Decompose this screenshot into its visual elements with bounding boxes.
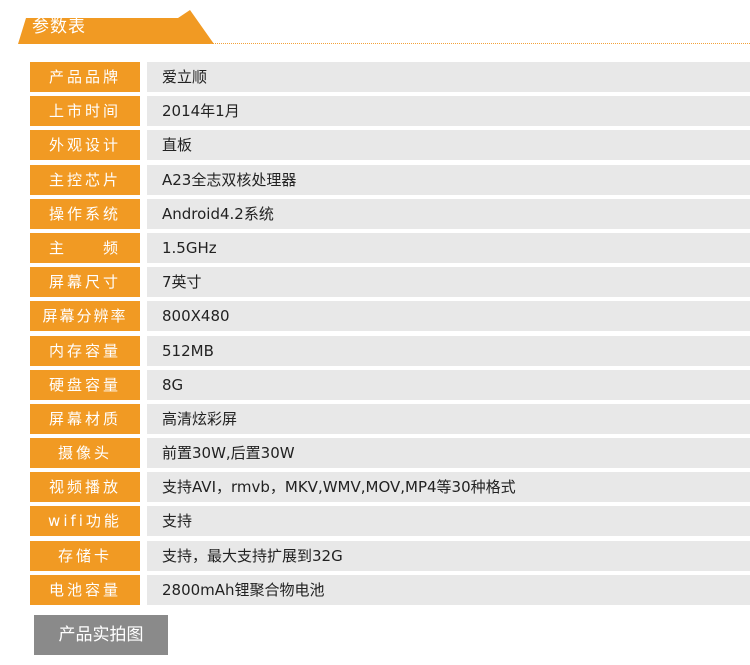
spec-value-release-date: 2014年1月 bbox=[147, 96, 750, 127]
section-header: 参数表 bbox=[0, 0, 750, 50]
spec-row: 摄像头 前置30W,后置30W bbox=[30, 438, 750, 469]
spec-row: 操作系统 Android4.2系统 bbox=[30, 198, 750, 229]
spec-label-chipset: 主控芯片 bbox=[30, 164, 140, 195]
spec-value-wifi: 支持 bbox=[147, 506, 750, 537]
spec-label-battery: 电池容量 bbox=[30, 574, 140, 605]
spec-value-design: 直板 bbox=[147, 130, 750, 161]
header-divider bbox=[210, 43, 750, 44]
spec-label-screen-material: 屏幕材质 bbox=[30, 403, 140, 434]
spec-value-battery: 2800mAh锂聚合物电池 bbox=[147, 574, 750, 605]
spec-row: 产品品牌 爱立顺 bbox=[30, 62, 750, 92]
spec-value-storage: 8G bbox=[147, 369, 750, 400]
spec-row: 主控芯片 A23全志双核处理器 bbox=[30, 164, 750, 195]
spec-row: 主 频 1.5GHz bbox=[30, 232, 750, 263]
spec-label-design: 外观设计 bbox=[30, 130, 140, 161]
spec-row: 硬盘容量 8G bbox=[30, 369, 750, 400]
spec-label-frequency: 主 频 bbox=[30, 232, 140, 263]
spec-label-video-playback: 视频播放 bbox=[30, 472, 140, 503]
spec-value-screen-material: 高清炫彩屏 bbox=[147, 403, 750, 434]
spec-label-release-date: 上市时间 bbox=[30, 96, 140, 127]
spec-row: 内存容量 512MB bbox=[30, 335, 750, 366]
spec-value-screen-size: 7英寸 bbox=[147, 267, 750, 298]
spec-row: 屏幕尺寸 7英寸 bbox=[30, 267, 750, 298]
spec-row: 屏幕分辨率 800X480 bbox=[30, 301, 750, 332]
spec-value-video-playback: 支持AVI，rmvb，MKV,WMV,MOV,MP4等30种格式 bbox=[147, 472, 750, 503]
spec-label-resolution: 屏幕分辨率 bbox=[30, 301, 140, 332]
spec-value-os: Android4.2系统 bbox=[147, 198, 750, 229]
spec-label-wifi: wifi功能 bbox=[30, 506, 140, 537]
spec-label-os: 操作系统 bbox=[30, 198, 140, 229]
spec-row: wifi功能 支持 bbox=[30, 506, 750, 537]
spec-label-memory: 内存容量 bbox=[30, 335, 140, 366]
spec-value-chipset: A23全志双核处理器 bbox=[147, 164, 750, 195]
spec-table: 产品品牌 爱立顺 上市时间 2014年1月 外观设计 直板 主控芯片 A23全志… bbox=[30, 62, 750, 609]
product-photos-button[interactable]: 产品实拍图 bbox=[34, 615, 168, 655]
spec-label-brand: 产品品牌 bbox=[30, 62, 140, 92]
spec-value-resolution: 800X480 bbox=[147, 301, 750, 332]
spec-value-memory-card: 支持，最大支持扩展到32G bbox=[147, 540, 750, 571]
spec-label-storage: 硬盘容量 bbox=[30, 369, 140, 400]
spec-label-memory-card: 存储卡 bbox=[30, 540, 140, 571]
spec-value-brand: 爱立顺 bbox=[147, 62, 750, 92]
spec-row: 视频播放 支持AVI，rmvb，MKV,WMV,MOV,MP4等30种格式 bbox=[30, 472, 750, 503]
spec-row: 电池容量 2800mAh锂聚合物电池 bbox=[30, 574, 750, 605]
spec-row: 存储卡 支持，最大支持扩展到32G bbox=[30, 540, 750, 571]
spec-value-memory: 512MB bbox=[147, 335, 750, 366]
page-title: 参数表 bbox=[32, 17, 86, 37]
spec-row: 外观设计 直板 bbox=[30, 130, 750, 161]
spec-label-camera: 摄像头 bbox=[30, 438, 140, 469]
spec-value-camera: 前置30W,后置30W bbox=[147, 438, 750, 469]
spec-value-frequency: 1.5GHz bbox=[147, 232, 750, 263]
spec-row: 屏幕材质 高清炫彩屏 bbox=[30, 403, 750, 434]
spec-row: 上市时间 2014年1月 bbox=[30, 96, 750, 127]
spec-label-screen-size: 屏幕尺寸 bbox=[30, 267, 140, 298]
